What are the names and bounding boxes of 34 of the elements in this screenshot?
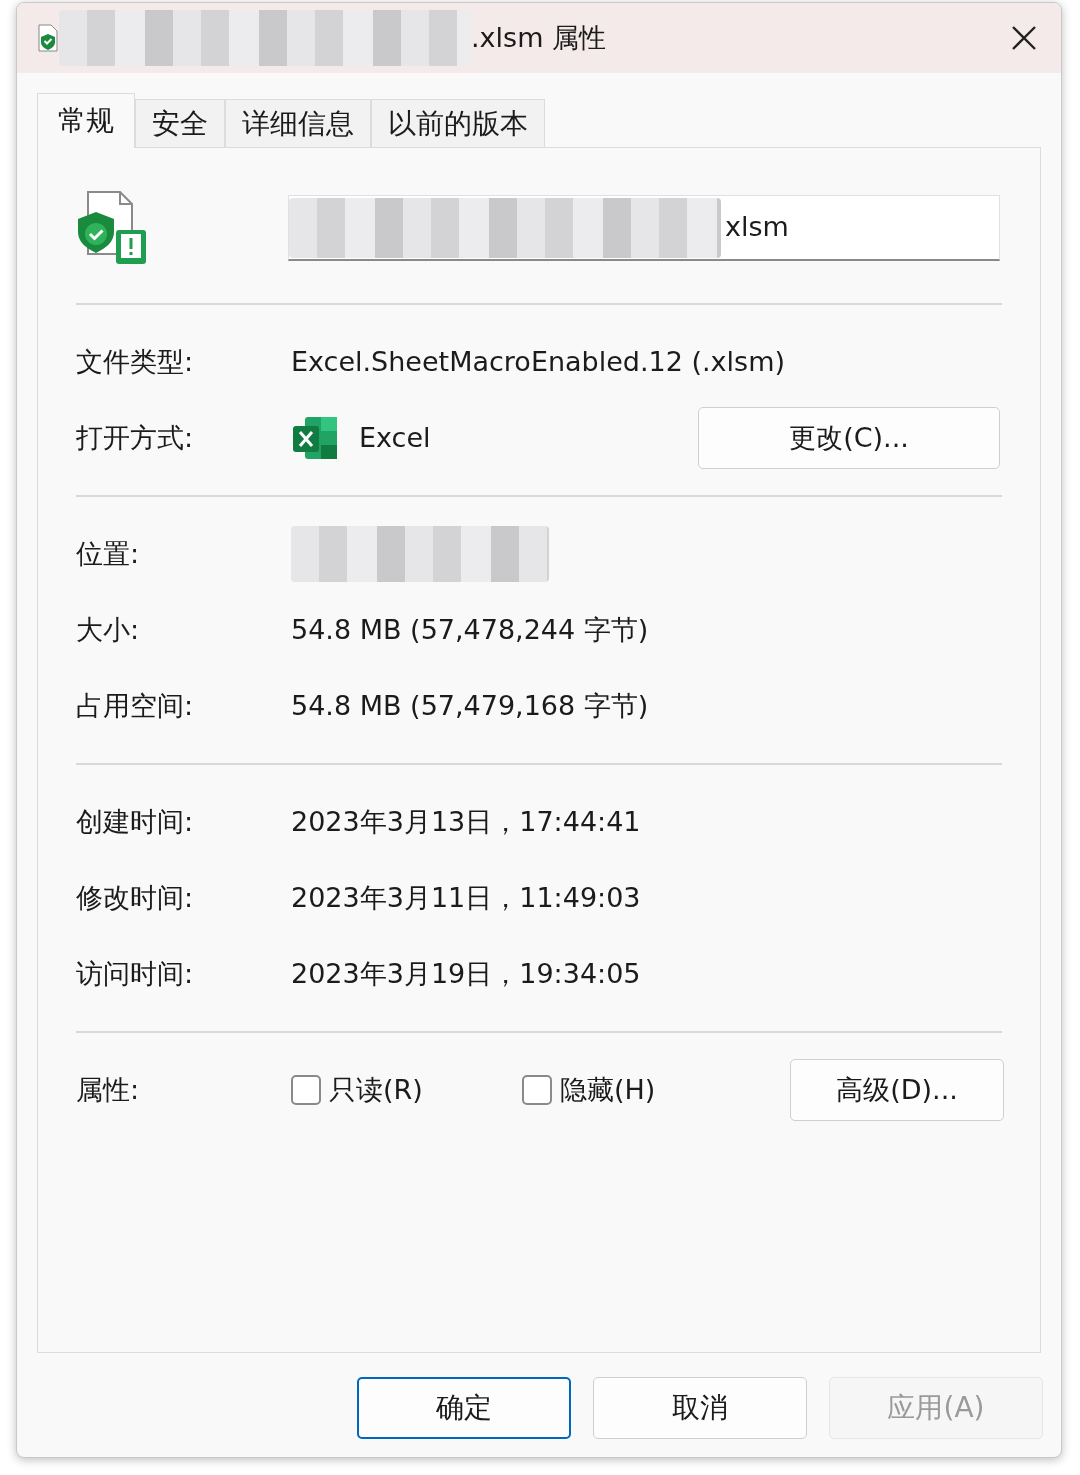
change-button[interactable]: 更改(C)... <box>698 407 1000 469</box>
field-label: 修改时间: <box>76 880 195 915</box>
field-value: 2023年3月11日，11:49:03 <box>291 880 641 915</box>
tab[interactable]: 以前的版本 <box>371 99 545 147</box>
advanced-button[interactable]: 高级(D)... <box>790 1059 1004 1121</box>
field-value: 2023年3月13日，17:44:41 <box>291 804 641 839</box>
field-label: 占用空间: <box>76 688 195 723</box>
close-icon[interactable] <box>1011 25 1037 51</box>
tab[interactable]: 安全 <box>135 99 225 147</box>
field-label: 属性: <box>76 1072 141 1107</box>
field-value: 54.8 MB (57,479,168 字节) <box>291 688 649 723</box>
excel-icon <box>291 415 339 461</box>
file-name-text: xlsm <box>725 210 789 245</box>
field-value: 54.8 MB (57,478,244 字节) <box>291 612 649 647</box>
field-label: 打开方式: <box>76 420 195 455</box>
dialog-button[interactable]: 确定 <box>357 1377 571 1439</box>
tab[interactable]: 常规 <box>37 93 135 148</box>
window-title: .xlsm 属性 <box>471 20 606 55</box>
checkbox[interactable] <box>291 1075 321 1105</box>
checkbox-label: 只读(R) <box>329 1072 423 1107</box>
field-label: 访问时间: <box>76 956 195 991</box>
field-label: 创建时间: <box>76 804 195 839</box>
app-name: Excel <box>359 420 431 455</box>
shield-file-icon <box>37 24 59 52</box>
checkbox[interactable] <box>522 1075 552 1105</box>
field-value: Excel.SheetMacroEnabled.12 (.xlsm) <box>291 344 785 379</box>
field-label: 文件类型: <box>76 344 195 379</box>
file-name-field[interactable]: xlsm <box>288 195 1000 261</box>
checkbox-label: 隐藏(H) <box>560 1072 656 1107</box>
field-label: 大小: <box>76 612 141 647</box>
tab[interactable]: 详细信息 <box>225 99 371 147</box>
field-label: 位置: <box>76 536 141 571</box>
field-value: 2023年3月19日，19:34:05 <box>291 956 641 991</box>
dialog-button[interactable]: 取消 <box>593 1377 807 1439</box>
